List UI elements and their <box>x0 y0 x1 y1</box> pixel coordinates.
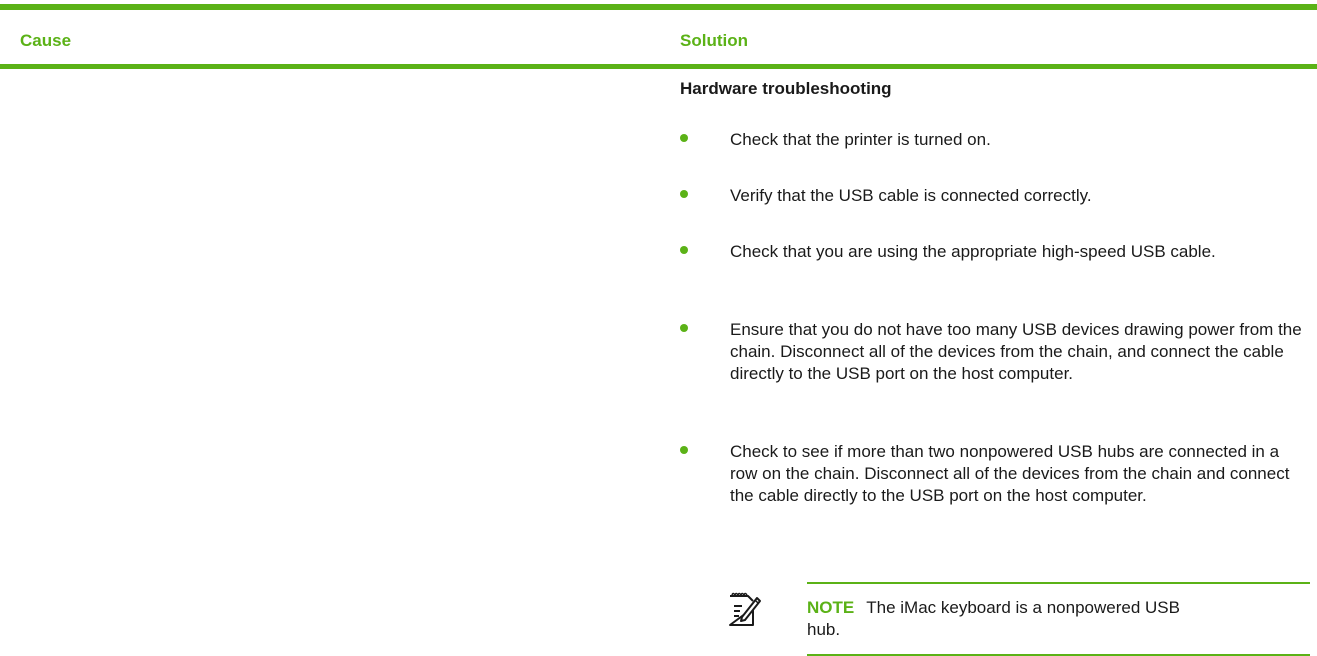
note-box: NOTE The iMac keyboard is a nonpowered US… <box>680 582 1310 656</box>
bullet-dot-icon <box>680 446 688 454</box>
troubleshooting-table: Cause Solution <box>0 4 1317 69</box>
table-header-row: Cause Solution <box>0 10 1317 64</box>
note-label: NOTE <box>807 598 855 617</box>
header-solution: Solution <box>680 31 748 50</box>
list-item-text: Check that you are using the appropriate… <box>730 242 1216 261</box>
header-cause: Cause <box>20 31 72 50</box>
note-body: NOTE The iMac keyboard is a nonpowered US… <box>807 597 1187 641</box>
list-item-text: Check to see if more than two nonpowered… <box>730 442 1290 505</box>
bullet-dot-icon <box>680 134 688 142</box>
list-item-text: Check that the printer is turned on. <box>730 130 991 149</box>
table-header-rule <box>0 64 1317 69</box>
bullet-dot-icon <box>680 324 688 332</box>
section-heading: Hardware troubleshooting <box>680 79 892 98</box>
bullet-dot-icon <box>680 190 688 198</box>
list-item-text: Ensure that you do not have too many USB… <box>730 320 1302 383</box>
note-top-rule <box>807 582 1310 584</box>
list-item-text: Verify that the USB cable is connected c… <box>730 186 1092 205</box>
note-icon <box>726 590 762 628</box>
bullet-dot-icon <box>680 246 688 254</box>
note-text: The iMac keyboard is a nonpowered USB hu… <box>807 598 1180 639</box>
